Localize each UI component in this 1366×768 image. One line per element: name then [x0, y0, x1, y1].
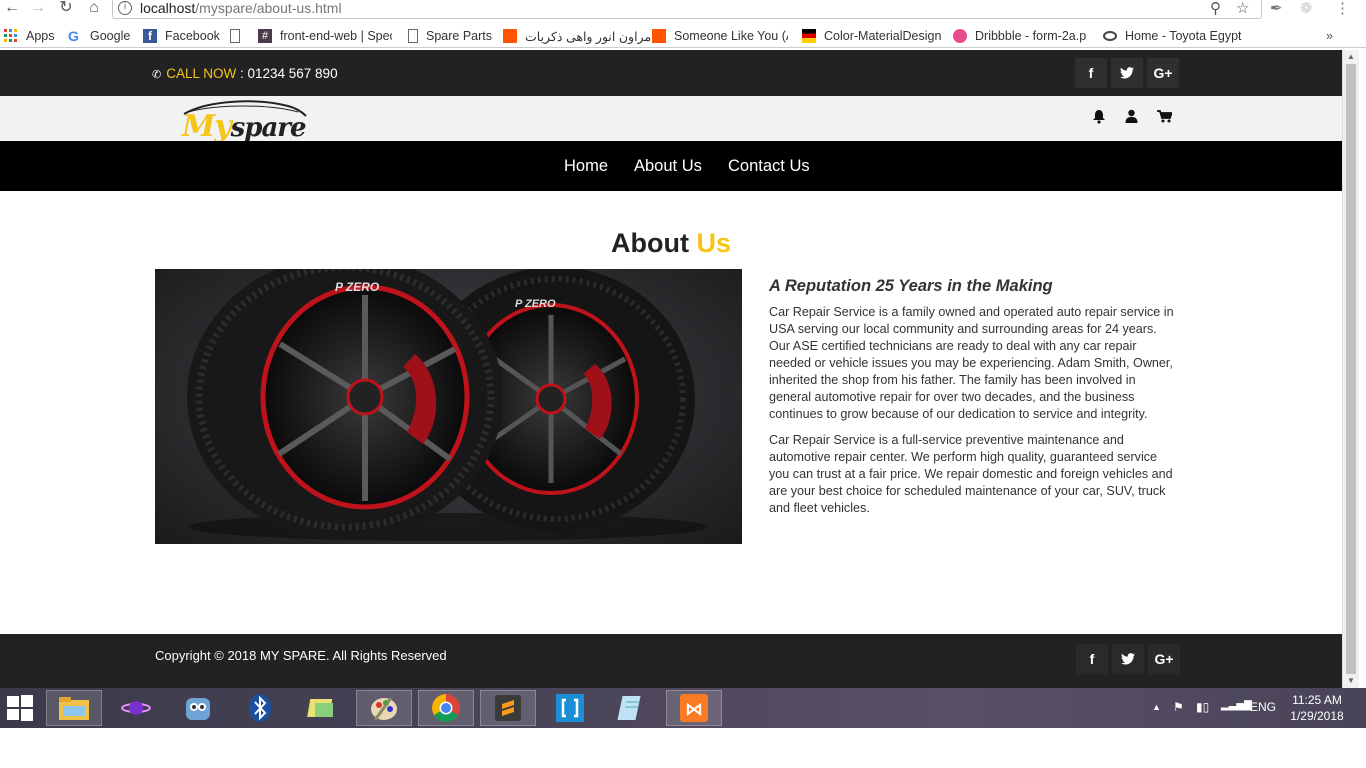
address-bar[interactable]: i localhost/myspare/about-us.html ⚲ ☆ [112, 0, 1262, 19]
footer-google-plus-icon[interactable]: G+ [1148, 644, 1180, 674]
myspare-logo[interactable]: Myspare [178, 98, 312, 144]
twitter-icon[interactable] [1111, 58, 1143, 88]
bookmark-front-end-web[interactable]: # front-end-web | Spec [258, 27, 392, 45]
bookmark-apps[interactable]: Apps [4, 27, 55, 45]
phone-icon: ✆ [152, 69, 162, 81]
svg-text:⋈: ⋈ [685, 699, 703, 720]
about-heading: A Reputation 25 Years in the Making [769, 277, 1053, 295]
nav-about-us[interactable]: About Us [634, 157, 702, 176]
user-icon[interactable] [1121, 106, 1141, 126]
clock-date: 1/29/2018 [1290, 709, 1344, 723]
footer: Copyright © 2018 MY SPARE. All Rights Re… [0, 634, 1342, 688]
tire-brand-text: P ZERO [515, 298, 556, 310]
bookmark-toyota[interactable]: Home - Toyota Egypt [1103, 27, 1242, 45]
battery-icon[interactable]: ▮▯ [1196, 700, 1209, 714]
cart-icon[interactable] [1154, 106, 1174, 126]
call-now: ✆ CALL NOW : 01234 567 890 [152, 66, 338, 81]
bookmark-facebook[interactable]: f Facebook [143, 27, 220, 45]
call-now-label: CALL NOW [166, 66, 237, 81]
dribbble-icon [953, 29, 967, 43]
notepad-icon[interactable] [604, 690, 660, 726]
back-icon[interactable]: ← [2, 0, 22, 18]
bluetooth-icon[interactable] [232, 690, 288, 726]
extension-icon[interactable]: ❁ [1300, 0, 1313, 17]
apps-grid-icon [4, 29, 18, 43]
facebook-icon[interactable]: f [1075, 58, 1107, 88]
tray-expand-icon[interactable]: ▲ [1152, 702, 1161, 712]
page-icon [230, 29, 240, 43]
phone-number: : 01234 567 890 [236, 66, 338, 81]
brackets-icon[interactable] [542, 690, 598, 726]
info-icon[interactable]: i [118, 1, 132, 15]
nav-home[interactable]: Home [564, 157, 608, 176]
paint-icon[interactable] [356, 690, 412, 726]
tires-image: P ZERO P ZERO [155, 269, 742, 544]
main-navigation: Home About Us Contact Us [0, 141, 1342, 191]
browser-toolbar: ← → ↻ ⌂ i localhost/myspare/about-us.htm… [0, 0, 1366, 20]
windows-start-icon[interactable] [0, 688, 40, 728]
home-icon[interactable]: ⌂ [84, 0, 104, 18]
scroll-down-icon[interactable]: ▼ [1347, 676, 1355, 685]
chrome-icon[interactable] [418, 690, 474, 726]
sublime-text-icon[interactable] [480, 690, 536, 726]
scroll-up-icon[interactable]: ▲ [1347, 52, 1355, 61]
forward-icon[interactable]: → [28, 0, 48, 18]
page-icon [408, 29, 418, 43]
reload-icon[interactable]: ↻ [56, 0, 76, 18]
toyota-icon [1103, 31, 1117, 41]
flag-icon [802, 29, 816, 43]
facebook-icon: f [143, 29, 157, 43]
scroll-thumb[interactable] [1346, 64, 1356, 674]
bookmark-google[interactable]: G Google [68, 27, 130, 45]
soundcloud-icon [652, 29, 666, 43]
footer-facebook-icon[interactable]: f [1076, 644, 1108, 674]
bookmark-spare-parts[interactable]: Spare Parts [408, 27, 492, 45]
soundcloud-icon [503, 29, 517, 43]
action-center-flag-icon[interactable]: ⚑ [1173, 700, 1184, 714]
page-scrollbar[interactable]: ▲ ▼ [1342, 50, 1359, 688]
wifi-signal-icon[interactable]: ▂▃▅▇ [1221, 700, 1252, 711]
bookmarks-bar: Apps G Google f Facebook # front-end-web | … [0, 24, 1366, 48]
url-text[interactable]: localhost/myspare/about-us.html [140, 0, 342, 17]
language-indicator[interactable]: ENG [1250, 700, 1276, 714]
clock-time: 11:25 AM [1292, 693, 1342, 707]
search-icon[interactable]: ⚲ [1210, 0, 1221, 17]
planet-app-icon[interactable] [108, 690, 164, 726]
about-paragraph-1: Car Repair Service is a family owned and… [769, 305, 1174, 421]
footer-twitter-icon[interactable] [1112, 644, 1144, 674]
menu-icon[interactable]: ⋮ [1335, 0, 1350, 17]
top-contact-bar: ✆ CALL NOW : 01234 567 890 f G+ [0, 50, 1342, 96]
bookmark-someone-like-you[interactable]: Someone Like You (A [652, 27, 788, 45]
about-text-section: A Reputation 25 Years in the Making Car … [769, 277, 1179, 526]
nav-contact-us[interactable]: Contact Us [728, 157, 810, 176]
bell-icon[interactable] [1089, 106, 1109, 126]
about-paragraph-2: Car Repair Service is a full-service pre… [769, 433, 1173, 515]
bookmark-soundcloud-arabic[interactable]: مراون انور واهى ذكريات [503, 27, 651, 45]
slack-icon: # [258, 29, 272, 43]
blank-area [0, 728, 1366, 768]
windows-folder-icon[interactable] [294, 690, 350, 726]
windows-taskbar: ⋈ ▲ ⚑ ▮▯ ▂▃▅▇ ENG 11:25 AM 1/29/2018 [0, 688, 1366, 728]
tire-brand-text: P ZERO [335, 280, 380, 294]
bookmarks-overflow-icon[interactable]: » [1326, 27, 1333, 45]
file-explorer-icon[interactable] [46, 690, 102, 726]
bookmark-color-material[interactable]: Color-MaterialDesign [802, 27, 941, 45]
google-plus-icon[interactable]: G+ [1147, 58, 1179, 88]
page-title: About Us [611, 228, 731, 258]
bookmark-star-icon[interactable]: ☆ [1236, 0, 1249, 17]
bookmark-page[interactable] [230, 27, 248, 45]
eyedropper-icon[interactable]: ✒ [1270, 0, 1283, 17]
xampp-icon[interactable]: ⋈ [666, 690, 722, 726]
bookmark-dribbble[interactable]: Dribbble - form-2a.p [953, 27, 1089, 45]
google-icon: G [68, 28, 79, 44]
taskbar-clock[interactable]: 11:25 AM 1/29/2018 [1286, 692, 1348, 724]
brand-bar: Myspare [0, 96, 1342, 144]
copyright-text: Copyright © 2018 MY SPARE. All Rights Re… [155, 648, 447, 663]
logo-text: Myspare [182, 109, 307, 144]
godot-icon[interactable] [170, 690, 226, 726]
